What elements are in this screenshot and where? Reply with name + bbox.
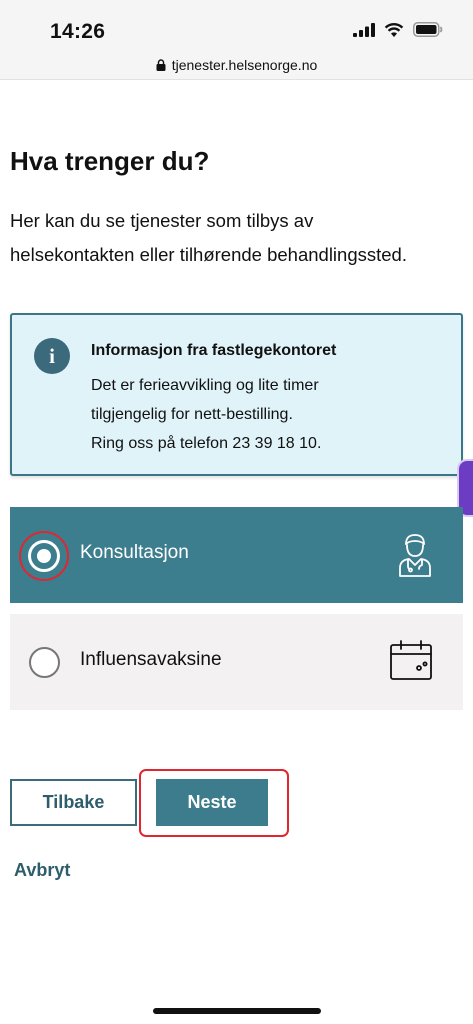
- info-message: Det er ferieavvikling og lite timer tilg…: [91, 371, 321, 458]
- next-button[interactable]: Neste: [156, 779, 268, 826]
- info-box: i Informasjon fra fastlegekontoret Det e…: [10, 313, 463, 476]
- status-icons: [353, 22, 443, 37]
- option-konsultasjon[interactable]: Konsultasjon: [10, 507, 463, 603]
- page-title: Hva trenger du?: [10, 146, 210, 176]
- url-text: tjenester.helsenorge.no: [171, 56, 318, 73]
- radio-dot: [37, 549, 51, 563]
- calendar-icon: [390, 640, 432, 680]
- home-indicator: [153, 1008, 321, 1014]
- url-bar[interactable]: tjenester.helsenorge.no: [0, 50, 473, 80]
- intro-line: helsekontakten eller tilhørende behandli…: [10, 244, 407, 265]
- info-line: Det er ferieavvikling og lite timer: [91, 377, 319, 394]
- option-influensavaksine[interactable]: Influensavaksine: [10, 614, 463, 710]
- back-button[interactable]: Tilbake: [10, 779, 137, 826]
- status-bar: 14:26: [0, 0, 473, 50]
- option-label: Konsultasjon: [80, 542, 189, 563]
- info-line: tilgjengelig for nett-bestilling.: [91, 406, 293, 423]
- doctor-icon: [399, 534, 431, 577]
- cellular-signal-icon: [353, 22, 375, 37]
- lock-icon: [156, 58, 166, 71]
- status-time: 14:26: [50, 20, 106, 43]
- radio-button-unselected[interactable]: [29, 647, 60, 678]
- cancel-link[interactable]: Avbryt: [14, 860, 70, 881]
- intro-text: Her kan du se tjenester som tilbys av he…: [10, 204, 470, 272]
- info-title: Informasjon fra fastlegekontoret: [91, 342, 337, 359]
- option-label: Influensavaksine: [80, 649, 222, 670]
- wifi-icon: [384, 23, 404, 37]
- info-line: Ring oss på telefon 23 39 18 10.: [91, 435, 322, 452]
- battery-icon: [413, 22, 443, 37]
- radio-button-selected[interactable]: [28, 540, 60, 572]
- intro-line: Her kan du se tjenester som tilbys av: [10, 210, 314, 231]
- info-icon: i: [34, 338, 70, 374]
